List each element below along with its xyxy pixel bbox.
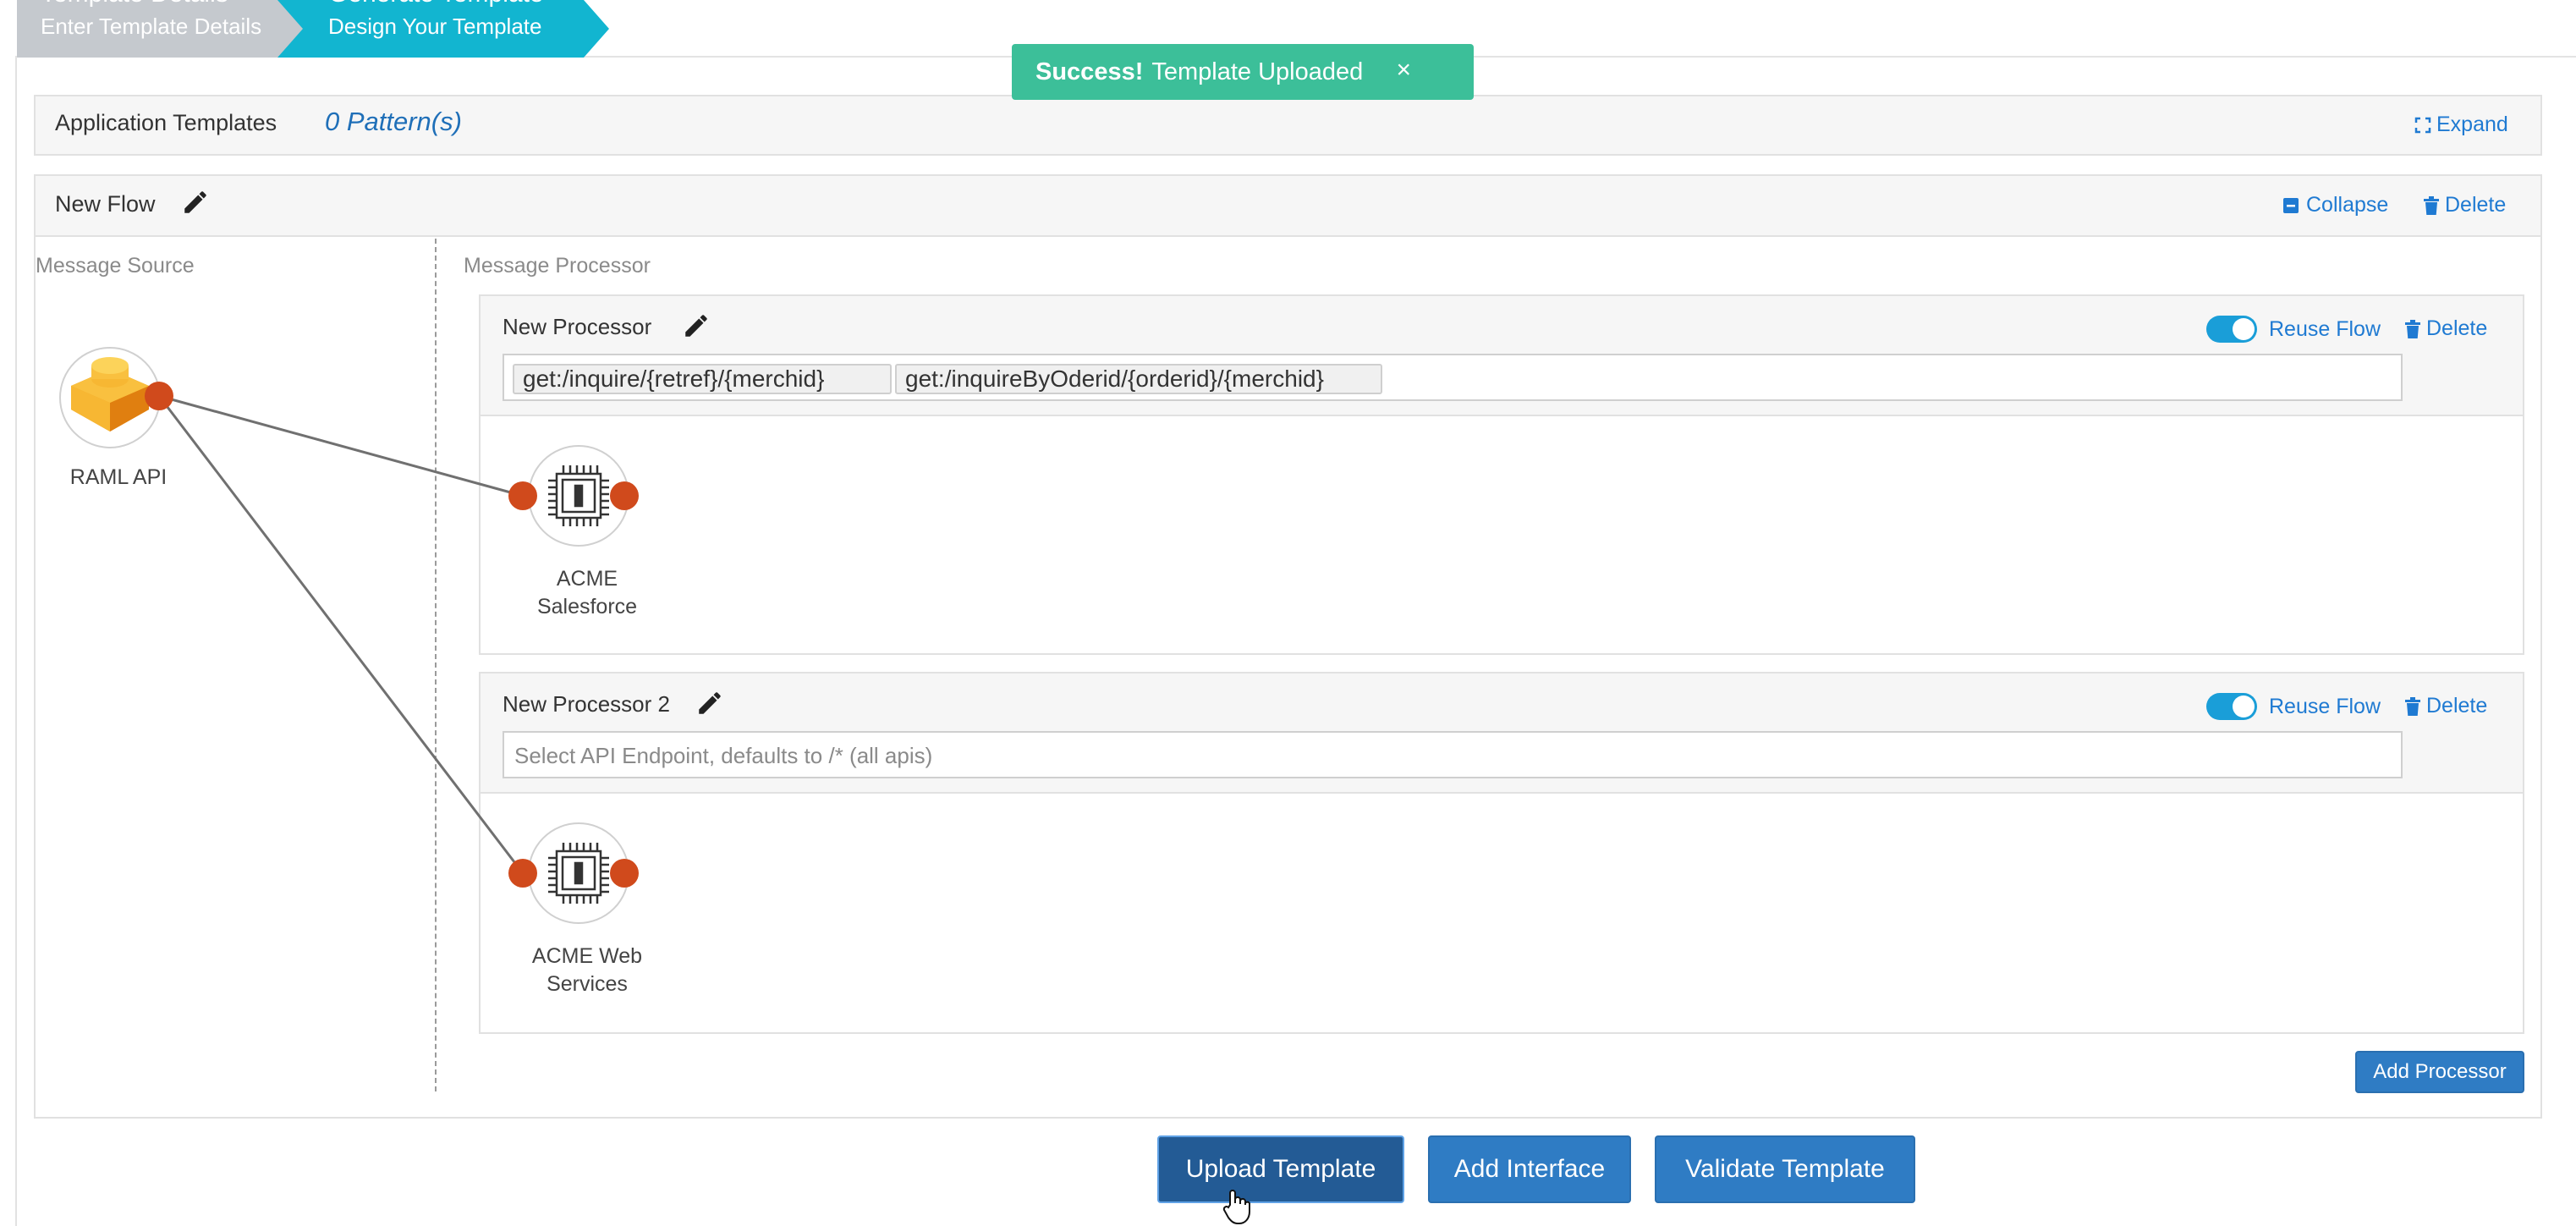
output-port[interactable] <box>610 859 639 888</box>
node-label-line: Services <box>547 972 628 996</box>
validate-template-button[interactable]: Validate Template <box>1655 1135 1915 1203</box>
input-port[interactable] <box>508 481 537 510</box>
toast-strong: Success! <box>1035 58 1144 85</box>
input-port[interactable] <box>508 859 537 888</box>
success-toast: Success! Template Uploaded × <box>1012 44 1474 100</box>
add-interface-button[interactable]: Add Interface <box>1428 1135 1631 1203</box>
output-port[interactable] <box>145 382 173 410</box>
node-label-line: Salesforce <box>536 595 638 618</box>
upload-template-button[interactable]: Upload Template <box>1157 1135 1404 1203</box>
node-label-line: ACME Web <box>531 944 643 968</box>
connection-lines <box>157 394 525 874</box>
toast-message: Template Uploaded <box>1151 58 1364 85</box>
connection-line[interactable] <box>158 394 524 498</box>
source-node-label: RAML API <box>69 465 168 489</box>
processor-node-label: ACME Salesforce <box>503 565 672 621</box>
processor-node-label: ACME Web Services <box>503 943 672 998</box>
hand-cursor-icon <box>1222 1190 1250 1224</box>
close-icon[interactable]: × <box>1396 56 1411 85</box>
output-port[interactable] <box>610 481 639 510</box>
node-label-line: ACME <box>556 567 618 591</box>
connection-line[interactable] <box>157 395 525 874</box>
add-processor-button[interactable]: Add Processor <box>2355 1051 2524 1093</box>
